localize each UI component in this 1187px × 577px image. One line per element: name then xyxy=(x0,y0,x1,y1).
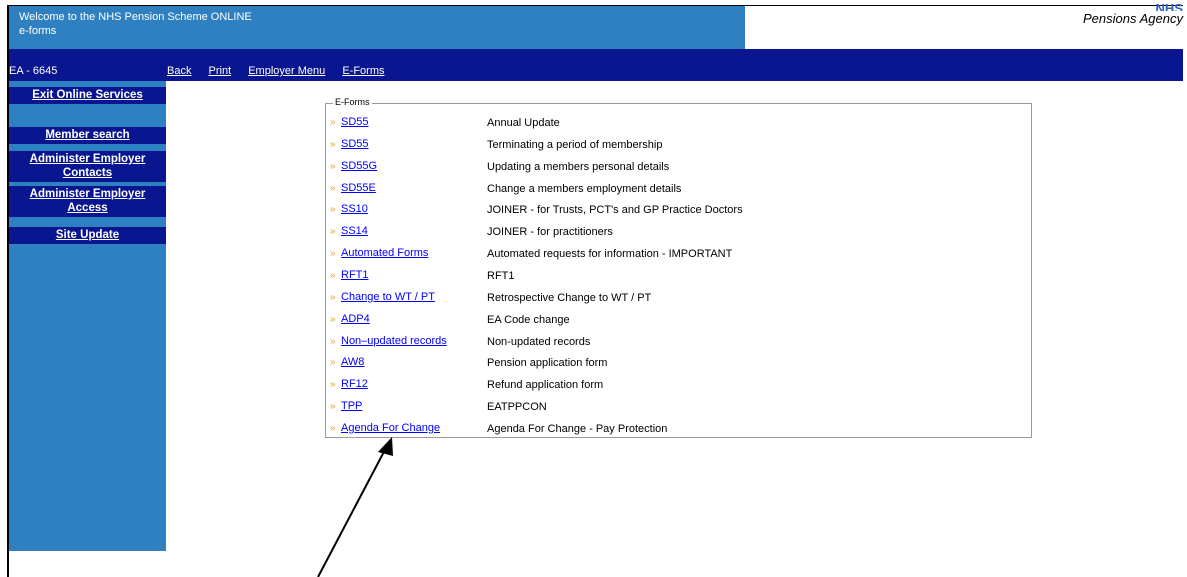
arrow-shaft xyxy=(317,445,388,577)
annotation-arrow xyxy=(317,437,393,577)
arrow-head xyxy=(378,437,393,456)
